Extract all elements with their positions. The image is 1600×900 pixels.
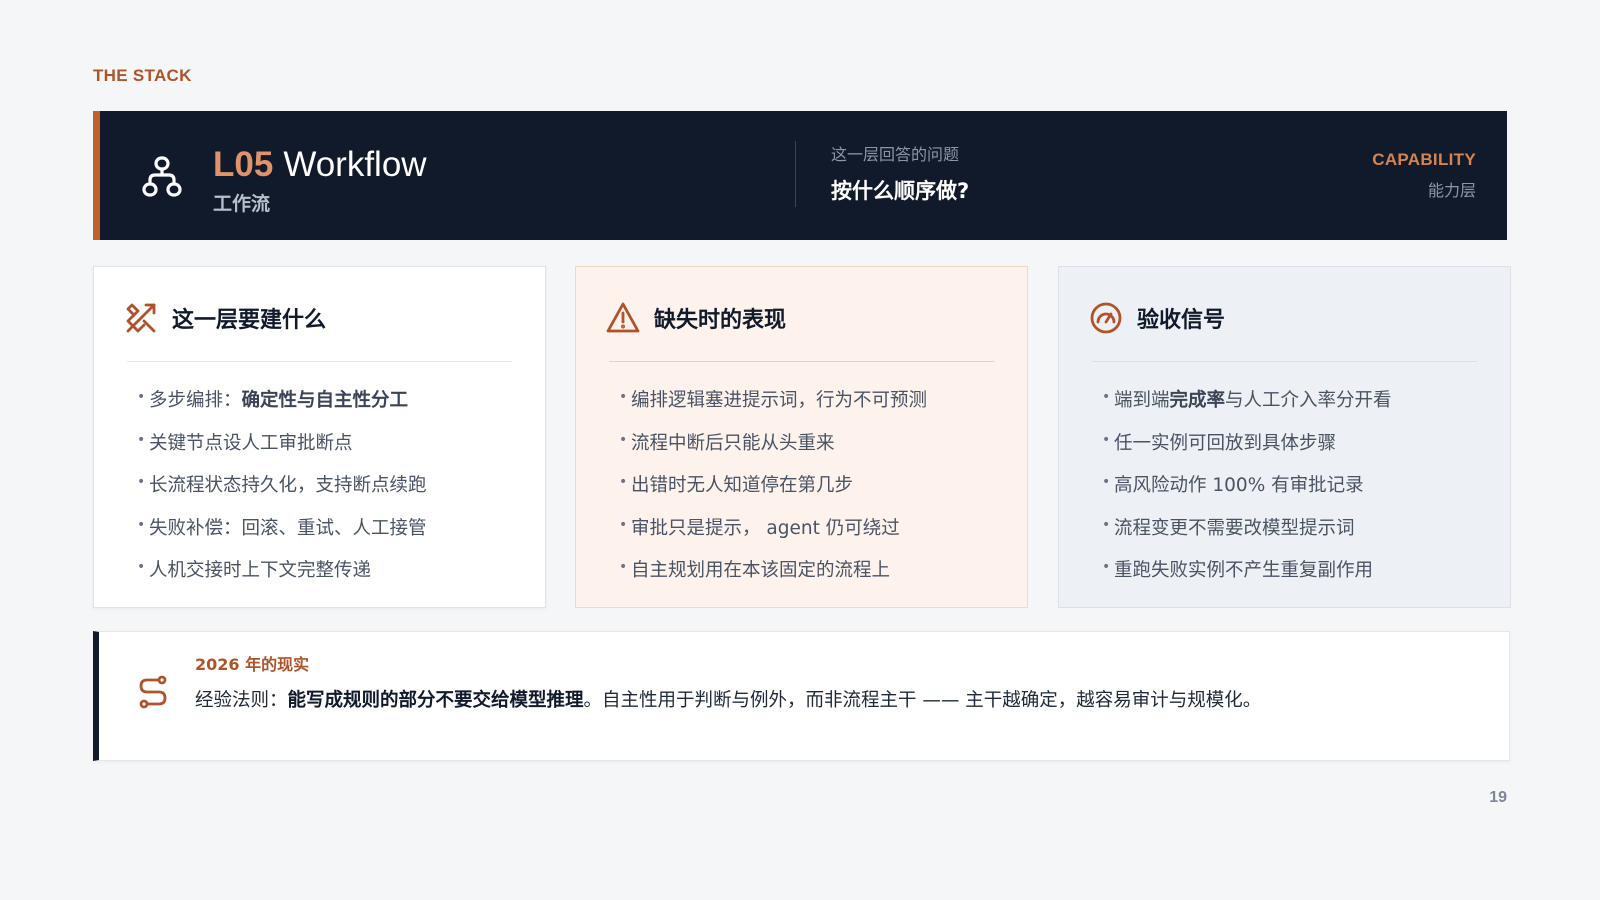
- list-item: 端到端完成率与人工介入率分开看: [1102, 376, 1480, 423]
- card-what-to-build: 这一层要建什么 多步编排：确定性与自主性分工 关键节点设人工审批断点 长流程状态…: [93, 266, 546, 608]
- card-acceptance-signals: 验收信号 端到端完成率与人工介入率分开看 任一实例可回放到具体步骤 高风险动作 …: [1058, 266, 1511, 608]
- callout-kicker: 2026 年的现实: [195, 655, 310, 674]
- header-divider: [795, 141, 796, 207]
- workflow-nodes-icon: [142, 156, 182, 197]
- layer-subtitle: 工作流: [213, 193, 271, 215]
- layer-question: 按什么顺序做?: [831, 179, 970, 203]
- list-item: 人机交接时上下文完整传递: [137, 546, 515, 593]
- card-title: 验收信号: [1137, 308, 1226, 333]
- card-list: 多步编排：确定性与自主性分工 关键节点设人工审批断点 长流程状态持久化，支持断点…: [124, 376, 515, 593]
- route-icon: [139, 675, 167, 709]
- gauge-icon: [1090, 302, 1122, 334]
- list-item: 编排逻辑塞进提示词，行为不可预测: [619, 376, 997, 423]
- tools-icon: [126, 303, 156, 333]
- page-number: 19: [1489, 789, 1507, 806]
- layer-header: L05 Workflow 工作流 这一层回答的问题 按什么顺序做? CAPABIL…: [93, 111, 1507, 240]
- list-item: 重跑失败实例不产生重复副作用: [1102, 546, 1480, 593]
- card-divider: [609, 361, 994, 362]
- question-label: 这一层回答的问题: [831, 145, 960, 164]
- card-list: 端到端完成率与人工介入率分开看 任一实例可回放到具体步骤 高风险动作 100% …: [1089, 376, 1480, 593]
- layer-name: Workflow: [283, 145, 427, 184]
- list-item: 流程变更不需要改模型提示词: [1102, 504, 1480, 551]
- list-item: 长流程状态持久化，支持断点续跑: [137, 461, 515, 508]
- card-divider: [1092, 361, 1477, 362]
- list-item: 关键节点设人工审批断点: [137, 419, 515, 466]
- section-eyebrow: THE STACK: [93, 66, 192, 85]
- callout-text: 经验法则：能写成规则的部分不要交给模型推理。自主性用于判断与例外，而非流程主干 …: [195, 690, 1262, 711]
- card-divider: [127, 361, 512, 362]
- list-item: 失败补偿：回滚、重试、人工接管: [137, 504, 515, 551]
- list-item: 审批只是提示， agent 仍可绕过: [619, 504, 997, 551]
- card-title: 这一层要建什么: [172, 308, 327, 333]
- warning-icon: [606, 302, 640, 333]
- card-symptoms: 缺失时的表现 编排逻辑塞进提示词，行为不可预测 流程中断后只能从头重来 出错时无…: [575, 266, 1028, 608]
- layer-title: L05 Workflow: [213, 147, 427, 182]
- reality-callout: 2026 年的现实 经验法则：能写成规则的部分不要交给模型推理。自主性用于判断与…: [93, 631, 1510, 761]
- list-item: 出错时无人知道停在第几步: [619, 461, 997, 508]
- layer-code: L05: [213, 145, 274, 184]
- category-sub-label: 能力层: [1427, 181, 1476, 200]
- list-item: 多步编排：确定性与自主性分工: [137, 376, 515, 423]
- list-item: 自主规划用在本该固定的流程上: [619, 546, 997, 593]
- category-label: CAPABILITY: [1372, 150, 1476, 169]
- card-list: 编排逻辑塞进提示词，行为不可预测 流程中断后只能从头重来 出错时无人知道停在第几…: [606, 376, 997, 593]
- card-title: 缺失时的表现: [654, 308, 787, 333]
- list-item: 高风险动作 100% 有审批记录: [1102, 461, 1480, 508]
- list-item: 流程中断后只能从头重来: [619, 419, 997, 466]
- list-item: 任一实例可回放到具体步骤: [1102, 419, 1480, 466]
